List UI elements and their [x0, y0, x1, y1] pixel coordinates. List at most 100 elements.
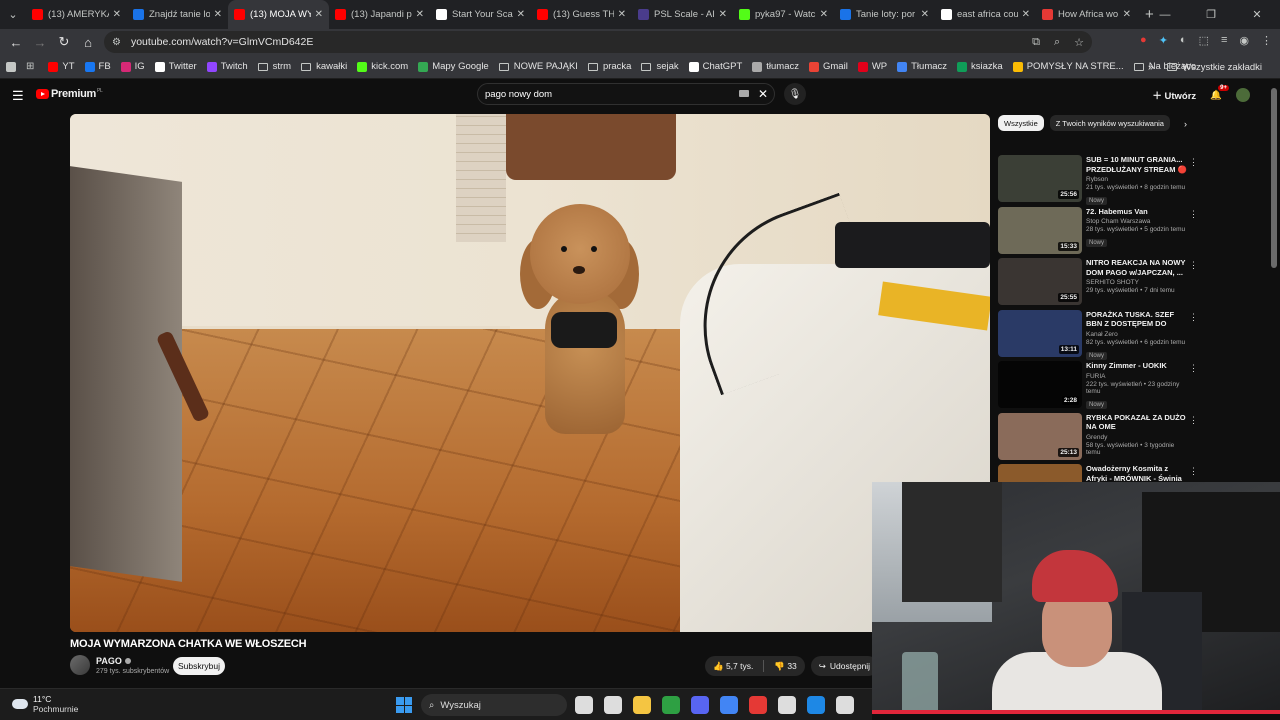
- browser-tab[interactable]: (13) AMERYKA ✕: [26, 0, 127, 29]
- home-icon[interactable]: ⌂: [76, 35, 100, 50]
- profile-icon[interactable]: ◉: [1239, 34, 1249, 47]
- taskbar-app-icon[interactable]: [691, 696, 709, 714]
- browser-tab[interactable]: Start Your Sca ✕: [430, 0, 531, 29]
- youtube-premium-logo[interactable]: Premium PL: [36, 88, 103, 100]
- bookmark-star-icon[interactable]: ☆: [1074, 36, 1084, 49]
- taskbar-app-icon[interactable]: [720, 696, 738, 714]
- back-icon[interactable]: ←: [4, 35, 28, 50]
- bookmark-item[interactable]: kick.com: [357, 61, 408, 72]
- browser-tab[interactable]: pyka97 - Watc ✕: [733, 0, 834, 29]
- sidepanel-icon[interactable]: [6, 61, 16, 72]
- video-options-icon[interactable]: ⋮: [1189, 157, 1198, 168]
- tab-close-icon[interactable]: ✕: [820, 9, 828, 20]
- video-options-icon[interactable]: ⋮: [1189, 363, 1198, 374]
- cast-icon[interactable]: ⧉: [1032, 36, 1040, 49]
- tab-search-icon[interactable]: ⌄: [0, 0, 26, 29]
- bookmark-item[interactable]: Twitter: [154, 61, 197, 72]
- related-video-item[interactable]: 25:56 SUB = 10 MINUT GRANIA... PRZEDŁUŻAN…: [998, 155, 1210, 205]
- related-video-title[interactable]: NITRO REAKCJA NA NOWY DOM PAGO w/JAPCZAN…: [1086, 258, 1190, 277]
- all-bookmarks[interactable]: Wszystkie zakładki: [1167, 62, 1262, 73]
- related-video-item[interactable]: 2:28 Kinny Zimmer - UOKIK FURIA 222 tys. wy…: [998, 361, 1210, 409]
- taskbar-app-icon[interactable]: [633, 696, 651, 714]
- page-scrollbar[interactable]: [1271, 88, 1277, 268]
- like-button[interactable]: 👍 5,7 tys.: [713, 661, 753, 672]
- taskbar-app-icon[interactable]: [604, 696, 622, 714]
- related-video-item[interactable]: 25:55 NITRO REAKCJA NA NOWY DOM PAGO w/JA…: [998, 258, 1210, 306]
- forward-icon[interactable]: →: [28, 35, 52, 50]
- site-info-icon[interactable]: ⚙: [112, 37, 121, 48]
- bookmark-item[interactable]: kawałki: [301, 61, 347, 72]
- related-video-item[interactable]: 13:11 PORAŻKA TUSKA. SZEF BBN Z DOSTĘPEM …: [998, 309, 1210, 360]
- related-video-title[interactable]: Kinny Zimmer - UOKIK: [1086, 361, 1190, 371]
- video-player[interactable]: [70, 114, 990, 632]
- channel-name[interactable]: PAGO: [96, 656, 169, 666]
- bookmark-item[interactable]: Tłumacz: [897, 61, 947, 72]
- related-video-item[interactable]: 15:33 72. Habemus Van Stop Cham Warszawa 28…: [998, 206, 1210, 255]
- bookmark-item[interactable]: ChatGPT: [688, 61, 742, 72]
- video-thumbnail[interactable]: 25:55: [998, 258, 1082, 305]
- bookmark-item[interactable]: Gmail: [809, 61, 848, 72]
- browser-tab[interactable]: (13) Guess TH ✕: [531, 0, 632, 29]
- bookmark-item[interactable]: POMYSŁY NA STRE...: [1012, 61, 1124, 72]
- related-video-item[interactable]: 25:13 RYBKA POKAZAŁ ZA DUŻO NA OME Grendy 5…: [998, 412, 1210, 461]
- reading-list-icon[interactable]: ≡: [1221, 34, 1227, 47]
- bookmarks-overflow-icon[interactable]: »: [1148, 62, 1153, 73]
- bookmark-item[interactable]: FB: [84, 61, 111, 72]
- keyboard-icon[interactable]: [739, 90, 749, 97]
- filter-chip[interactable]: Z Twoich wyników wyszukiwania: [1049, 115, 1170, 131]
- apps-grid-icon[interactable]: ⊞: [26, 61, 34, 72]
- related-video-title[interactable]: Owadożerny Kosmita z Afryki - MRÓWNIK - …: [1086, 464, 1190, 483]
- subscribe-button[interactable]: Subskrybuj: [173, 657, 225, 675]
- video-thumbnail[interactable]: 2:28: [998, 361, 1082, 408]
- maximize-icon[interactable]: ❐: [1188, 8, 1234, 21]
- tab-close-icon[interactable]: ✕: [315, 9, 323, 20]
- related-video-channel[interactable]: Kanał Zero: [1086, 331, 1190, 338]
- minimize-icon[interactable]: —: [1142, 9, 1188, 21]
- url-text[interactable]: youtube.com/watch?v=GlmVCmD642E: [131, 36, 313, 48]
- bookmark-item[interactable]: IG: [120, 61, 145, 72]
- tab-close-icon[interactable]: ✕: [1123, 9, 1131, 20]
- taskbar-app-icon[interactable]: [575, 696, 593, 714]
- video-options-icon[interactable]: ⋮: [1189, 415, 1198, 426]
- profile-extension-icon[interactable]: ◐: [1180, 34, 1187, 47]
- bookmark-item[interactable]: WP: [857, 61, 887, 72]
- weather-widget[interactable]: 11°C Pochmurnie: [12, 694, 78, 714]
- share-button[interactable]: ↪ Udostępnij: [810, 656, 879, 676]
- taskbar-search[interactable]: ⌕ Wyszukaj: [421, 694, 567, 716]
- related-video-channel[interactable]: FURIA: [1086, 373, 1190, 380]
- video-thumbnail[interactable]: 15:33: [998, 206, 1082, 254]
- extension-icon[interactable]: ✦: [1159, 34, 1168, 47]
- related-video-title[interactable]: PORAŻKA TUSKA. SZEF BBN Z DOSTĘPEM DO IN…: [1086, 310, 1190, 329]
- bookmark-item[interactable]: sejak: [641, 61, 679, 72]
- related-video-channel[interactable]: Stop Cham Warszawa: [1086, 218, 1190, 225]
- video-thumbnail[interactable]: 13:11: [998, 309, 1082, 357]
- zoom-icon[interactable]: ⌕: [1054, 36, 1060, 49]
- close-window-icon[interactable]: ✕: [1234, 8, 1280, 21]
- create-button[interactable]: ＋ Utwórz: [1152, 88, 1196, 102]
- related-video-title[interactable]: SUB = 10 MINUT GRANIA... PRZEDŁUŻANY STR…: [1086, 155, 1190, 174]
- tab-close-icon[interactable]: ✕: [618, 9, 626, 20]
- tab-close-icon[interactable]: ✕: [517, 9, 525, 20]
- search-box[interactable]: pago nowy dom ✕ ⌕: [477, 83, 801, 105]
- tab-close-icon[interactable]: ✕: [113, 9, 121, 20]
- channel-avatar[interactable]: [70, 655, 90, 675]
- bookmark-item[interactable]: Mapy Google: [418, 61, 489, 72]
- bookmark-item[interactable]: strm: [257, 61, 291, 72]
- browser-tab[interactable]: Znajdź tanie lo ✕: [127, 0, 228, 29]
- taskbar-app-icon[interactable]: [807, 696, 825, 714]
- puzzle-icon[interactable]: ⬚: [1199, 34, 1209, 47]
- menu-dots-icon[interactable]: ⋮: [1261, 34, 1272, 47]
- reload-icon[interactable]: ↻: [52, 34, 76, 50]
- video-options-icon[interactable]: ⋮: [1189, 312, 1198, 323]
- filter-chip[interactable]: Wszystkie: [998, 115, 1044, 131]
- chips-next-icon[interactable]: ›: [1184, 119, 1187, 129]
- taskbar-app-icon[interactable]: [836, 696, 854, 714]
- browser-tab[interactable]: (13) MOJA WY ✕: [228, 0, 329, 29]
- related-video-channel[interactable]: SERHITO SHOTY: [1086, 279, 1190, 286]
- taskbar-app-icon[interactable]: [749, 696, 767, 714]
- related-video-channel[interactable]: Grendy: [1086, 434, 1190, 441]
- browser-tab[interactable]: PSL Scale - AI ✕: [632, 0, 733, 29]
- taskbar-app-icon[interactable]: [662, 696, 680, 714]
- video-options-icon[interactable]: ⋮: [1189, 260, 1198, 271]
- tab-close-icon[interactable]: ✕: [1022, 9, 1030, 20]
